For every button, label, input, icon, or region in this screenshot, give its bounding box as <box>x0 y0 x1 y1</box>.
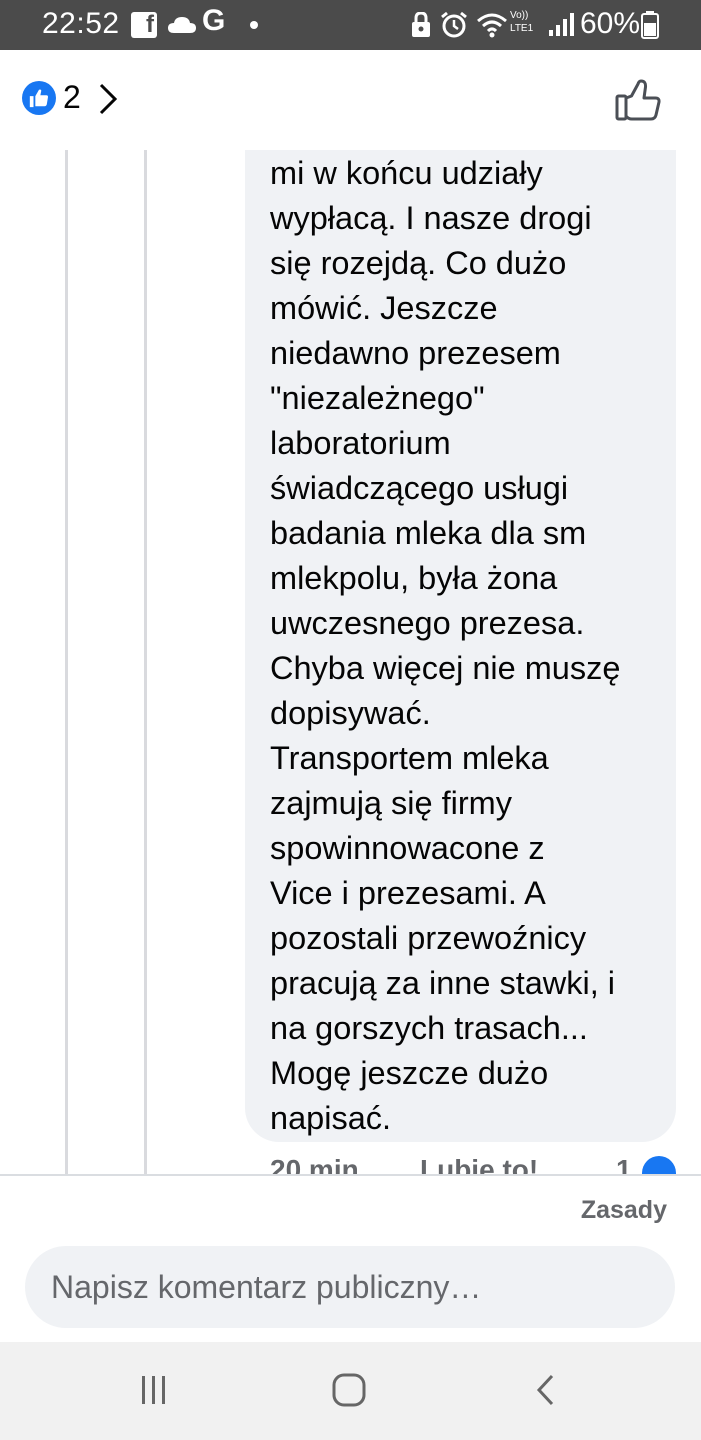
thumbs-up-outline-icon[interactable] <box>614 78 662 122</box>
reaction-count[interactable]: 2 <box>63 79 81 116</box>
like-button[interactable]: Lubię to! <box>420 1154 538 1174</box>
comment-line: "niezależnego" <box>270 380 485 416</box>
status-bar: 22:52 f G Vo)) LTE1 60% <box>0 0 701 50</box>
chevron-right-icon[interactable] <box>96 82 120 116</box>
recent-apps-icon[interactable] <box>131 1368 175 1412</box>
battery-percent: 60% <box>580 7 641 40</box>
comment-text: mi w końcu udziały wypłacą. I nasze drog… <box>270 151 670 1141</box>
alarm-icon <box>440 10 468 40</box>
thread-line <box>144 150 147 1174</box>
comment-line: wypłacą. I nasze drogi <box>270 200 592 236</box>
lock-icon <box>410 10 432 40</box>
comment-line: mi w końcu udziały <box>270 155 543 191</box>
back-icon[interactable] <box>524 1368 568 1412</box>
signal-icon <box>547 10 575 40</box>
google-icon: G <box>202 4 226 37</box>
wifi-icon <box>476 10 508 40</box>
cloud-icon <box>167 10 197 40</box>
comment-reaction-count[interactable]: 1 <box>616 1154 632 1174</box>
rules-link[interactable]: Zasady <box>581 1196 667 1225</box>
comment-line: badania mleka dla sm <box>270 515 587 551</box>
comment-thread[interactable]: mi w końcu udziały wypłacą. I nasze drog… <box>0 150 701 1174</box>
volte-text: Vo)) <box>510 10 529 21</box>
comment-line: mówić. Jeszcze <box>270 290 498 326</box>
status-time: 22:52 <box>42 7 120 40</box>
divider <box>0 1174 701 1176</box>
comment-input[interactable]: Napisz komentarz publiczny… <box>25 1246 675 1328</box>
comment-line: uwczesnego prezesa. <box>270 605 585 641</box>
comment-line: Chyba więcej nie muszę <box>270 650 621 686</box>
comment-line: Mogę jeszcze dużo <box>270 1055 549 1091</box>
comment-line: Vice i prezesami. A <box>270 875 546 911</box>
home-icon[interactable] <box>327 1368 371 1412</box>
comment-line: pracują za inne stawki, i <box>270 965 616 1001</box>
volte-icon: Vo)) LTE1 <box>510 9 533 39</box>
comment-line: spowinnowacone z <box>270 830 545 866</box>
comment-line: napisać. <box>270 1100 392 1136</box>
comment-line: na gorszych trasach... <box>270 1010 588 1046</box>
facebook-icon: f <box>131 12 157 38</box>
navigation-bar <box>0 1342 701 1440</box>
dot-icon <box>250 21 258 29</box>
comment-line: zajmują się firmy <box>270 785 512 821</box>
comment-line: niedawno prezesem <box>270 335 561 371</box>
comment-line: Transportem mleka <box>270 740 549 776</box>
comment-input-placeholder: Napisz komentarz publiczny… <box>51 1268 482 1305</box>
lte-text: LTE1 <box>510 23 534 34</box>
comment-time[interactable]: 20 min <box>270 1154 359 1174</box>
battery-icon <box>640 10 660 40</box>
comment-line: mlekpolu, była żona <box>270 560 558 596</box>
comment-line: dopisywać. <box>270 695 431 731</box>
comment-like-icon[interactable] <box>642 1156 676 1174</box>
comment-line: świadczącego usługi <box>270 470 569 506</box>
like-reaction-icon[interactable] <box>22 81 56 115</box>
comment-line: pozostali przewoźnicy <box>270 920 587 956</box>
thread-line <box>65 150 68 1174</box>
comment-line: się rozejdą. Co dużo <box>270 245 567 281</box>
comment-line: laboratorium <box>270 425 451 461</box>
